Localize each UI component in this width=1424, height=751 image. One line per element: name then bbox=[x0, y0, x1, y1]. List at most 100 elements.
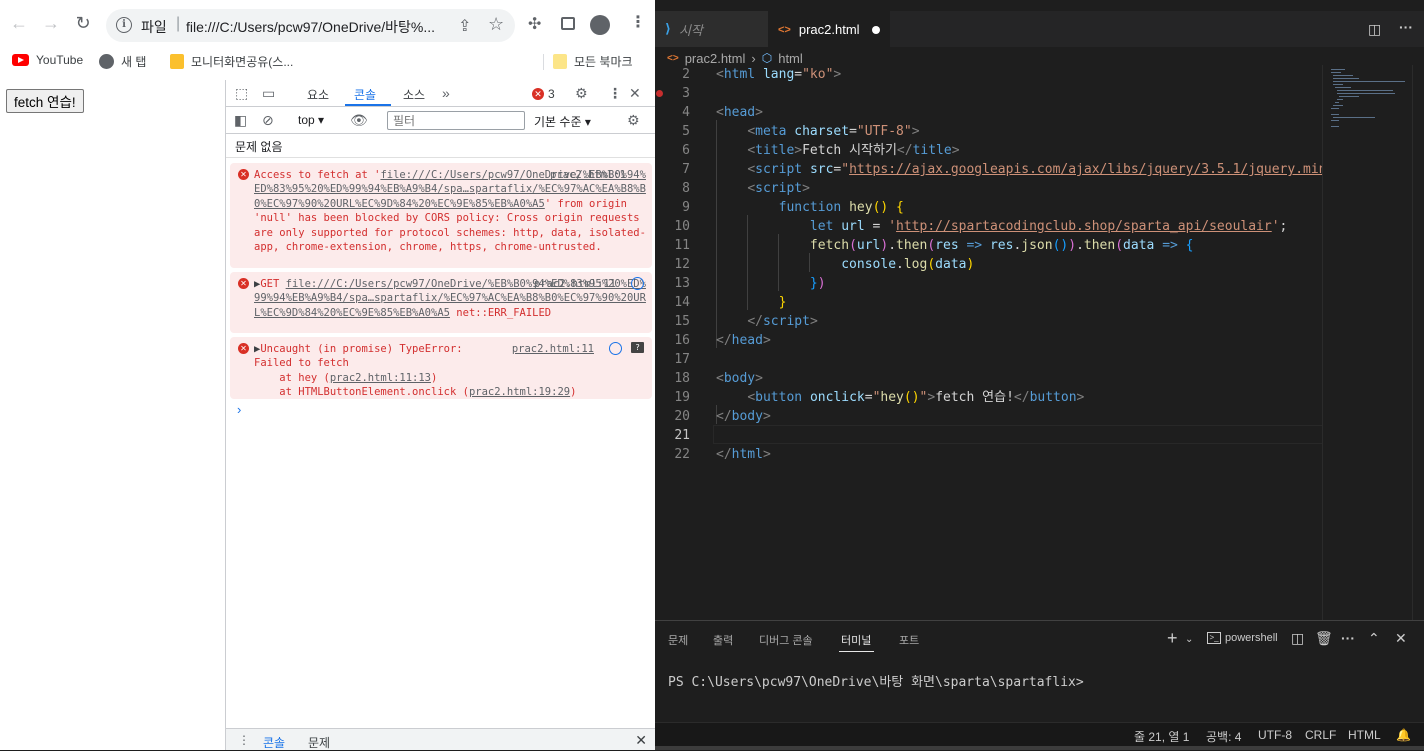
side-panel-icon[interactable] bbox=[561, 17, 575, 30]
address-toolbar: ← → ↻ i 파일 | file:///C:/Users/pcw97/OneD… bbox=[0, 0, 655, 46]
minimap[interactable] bbox=[1322, 65, 1412, 620]
star-icon[interactable]: ☆ bbox=[488, 14, 504, 35]
settings-gear-icon[interactable]: ⚙ bbox=[575, 85, 588, 102]
window-bottom-edge bbox=[655, 746, 1424, 750]
ai-explain-icon[interactable]: ? bbox=[631, 342, 644, 353]
line-number: 10 bbox=[674, 219, 690, 234]
all-bookmarks[interactable]: 모든 북마크 bbox=[553, 53, 633, 70]
code-line: fetch(url).then(res => res.json()).then(… bbox=[809, 238, 1194, 253]
error-detail: Failed to fetch bbox=[254, 357, 349, 370]
status-language[interactable]: HTML bbox=[1348, 728, 1381, 742]
status-eol[interactable]: CRLF bbox=[1305, 728, 1336, 742]
profile-avatar-icon[interactable] bbox=[590, 15, 610, 35]
line-number: 20 bbox=[674, 409, 690, 424]
close-devtools-icon[interactable]: ✕ bbox=[629, 85, 641, 102]
terminal-dropdown-chevron-icon[interactable]: ⌄ bbox=[1185, 634, 1193, 645]
device-toolbar-icon[interactable]: ▭ bbox=[262, 85, 275, 102]
stack-frame: at HTMLButtonElement.onclick (prac2.html… bbox=[254, 385, 646, 399]
panel-tab-ports[interactable]: 포트 bbox=[899, 632, 919, 648]
issues-status[interactable]: 문제 없음 bbox=[235, 138, 283, 155]
message-source-link[interactable]: prac2.html:11 bbox=[512, 342, 594, 356]
devtools-panel: ⬚ ▭ 요소 콘솔 소스 » ✕ 3 ⚙ ⋮ ✕ ◧ ⊘ top ▾ 👁 기본 … bbox=[225, 80, 656, 751]
bookmark-new-tab[interactable]: 새 탭 bbox=[99, 53, 146, 70]
drawer-tab-issues[interactable]: 문제 bbox=[308, 734, 330, 751]
fetch-practice-button[interactable]: fetch 연습! bbox=[6, 89, 84, 113]
log-level-select[interactable]: 기본 수준 ▾ bbox=[534, 113, 591, 130]
drawer-tab-console[interactable]: 콘솔 bbox=[263, 734, 285, 751]
request-method: GET bbox=[260, 278, 280, 290]
tab-welcome[interactable]: ⟩ 시작 bbox=[655, 11, 768, 47]
network-request-icon[interactable] bbox=[609, 342, 622, 355]
line-number: 22 bbox=[674, 447, 690, 462]
code-editor[interactable]: 2 3 4 5 6 7 8 9 10 11 12 13 14 15 16 17 18 19 20 21 22 <html… bbox=[655, 65, 1322, 620]
back-arrow-icon[interactable]: ← bbox=[9, 13, 29, 33]
info-icon[interactable]: i bbox=[116, 17, 132, 33]
panel-tab-problems[interactable]: 문제 bbox=[668, 632, 688, 648]
network-request-icon[interactable] bbox=[631, 277, 644, 290]
breadcrumb-symbol[interactable]: html bbox=[778, 51, 803, 66]
line-number: 21 bbox=[674, 428, 690, 443]
more-tabs-icon[interactable]: » bbox=[442, 85, 450, 101]
split-terminal-icon[interactable]: ◫ bbox=[1291, 630, 1304, 647]
line-number: 17 bbox=[674, 352, 690, 367]
kill-terminal-trash-icon[interactable]: 🗑 bbox=[1315, 630, 1333, 647]
inspect-element-icon[interactable]: ⬚ bbox=[235, 85, 248, 102]
browser-menu-icon[interactable]: ⋮ bbox=[630, 12, 646, 32]
code-line: <head> bbox=[716, 105, 763, 120]
console-prompt-chevron-icon[interactable]: › bbox=[237, 402, 241, 417]
close-drawer-icon[interactable]: ✕ bbox=[635, 732, 647, 749]
extensions-puzzle-icon[interactable]: ✣ bbox=[528, 14, 541, 34]
panel-tab-output[interactable]: 출력 bbox=[713, 632, 733, 648]
console-settings-gear-icon[interactable]: ⚙ bbox=[627, 112, 640, 129]
notifications-bell-icon[interactable]: 🔔 bbox=[1396, 728, 1411, 742]
console-toolbar: ◧ ⊘ top ▾ 👁 기본 수준 ▾ ⚙ bbox=[226, 107, 656, 134]
tab-prac2-html[interactable]: <> prac2.html bbox=[768, 11, 890, 47]
stack-link[interactable]: prac2.html:11:13 bbox=[330, 372, 431, 384]
new-terminal-plus-icon[interactable]: + bbox=[1167, 628, 1178, 649]
log-level-value: 기본 수준 bbox=[534, 115, 582, 129]
reload-icon[interactable]: ↻ bbox=[73, 13, 93, 33]
panel-tab-debug-console[interactable]: 디버그 콘솔 bbox=[759, 632, 813, 648]
more-actions-icon[interactable]: ··· bbox=[1399, 19, 1413, 35]
status-indentation[interactable]: 공백: 4 bbox=[1206, 728, 1241, 745]
stack-link[interactable]: prac2.html:19:29 bbox=[469, 386, 570, 398]
message-source-link[interactable]: prac2.html:11 bbox=[534, 277, 616, 291]
sidebar-toggle-icon[interactable]: ◧ bbox=[234, 112, 247, 129]
panel-more-icon[interactable]: ··· bbox=[1341, 630, 1355, 646]
panel-tab-terminal[interactable]: 터미널 bbox=[841, 632, 871, 648]
tab-sources[interactable]: 소스 bbox=[403, 86, 425, 103]
split-editor-icon[interactable]: ◫ bbox=[1368, 21, 1381, 38]
line-number: 18 bbox=[674, 371, 690, 386]
vscode-logo-icon: ⟩ bbox=[665, 21, 671, 36]
share-icon[interactable]: ⇪ bbox=[458, 16, 471, 36]
devtools-menu-icon[interactable]: ⋮ bbox=[608, 85, 622, 102]
breadcrumb-file[interactable]: prac2.html bbox=[685, 51, 746, 66]
omnibox[interactable]: i 파일 | file:///C:/Users/pcw97/OneDrive/바… bbox=[106, 9, 515, 42]
terminal-prompt[interactable]: PS C:\Users\pcw97\OneDrive\바탕 화면\sparta\… bbox=[668, 671, 1084, 690]
context-select[interactable]: top ▾ bbox=[298, 113, 324, 127]
console-filter-input[interactable] bbox=[387, 111, 525, 130]
maximize-panel-chevron-icon[interactable]: ⌃ bbox=[1368, 630, 1380, 647]
unsaved-dot-icon[interactable] bbox=[871, 25, 880, 34]
editor-scrollbar[interactable] bbox=[1412, 65, 1424, 620]
forward-arrow-icon[interactable]: → bbox=[41, 13, 61, 33]
terminal-profile[interactable]: >_ powershell bbox=[1207, 632, 1278, 644]
drawer-menu-icon[interactable]: ⋮ bbox=[238, 733, 250, 747]
omnibox-url[interactable]: file:///C:/Users/pcw97/OneDrive/바탕%... bbox=[186, 17, 435, 37]
clear-console-icon[interactable]: ⊘ bbox=[262, 112, 274, 129]
status-cursor-position[interactable]: 줄 21, 열 1 bbox=[1134, 728, 1189, 745]
live-expression-eye-icon[interactable]: 👁 bbox=[350, 112, 368, 129]
tab-console[interactable]: 콘솔 bbox=[354, 86, 376, 103]
line-number: 8 bbox=[682, 181, 690, 196]
stack-frame: at hey (prac2.html:11:13) bbox=[254, 371, 646, 385]
bookmark-youtube[interactable]: YouTube bbox=[12, 53, 83, 67]
status-encoding[interactable]: UTF-8 bbox=[1258, 728, 1292, 742]
error-counter[interactable]: ✕ 3 bbox=[532, 87, 555, 101]
bookmark-folder[interactable]: 모니터화면공유(스... bbox=[170, 53, 293, 70]
message-source-link[interactable]: prac2.html:1 bbox=[550, 168, 626, 182]
close-panel-icon[interactable]: ✕ bbox=[1395, 630, 1407, 647]
code-line: } bbox=[778, 295, 787, 310]
tab-elements[interactable]: 요소 bbox=[307, 86, 329, 103]
console-error-message: ✕ prac2.html:1 Access to fetch at 'file:… bbox=[230, 163, 652, 268]
html-file-icon: <> bbox=[667, 52, 679, 64]
